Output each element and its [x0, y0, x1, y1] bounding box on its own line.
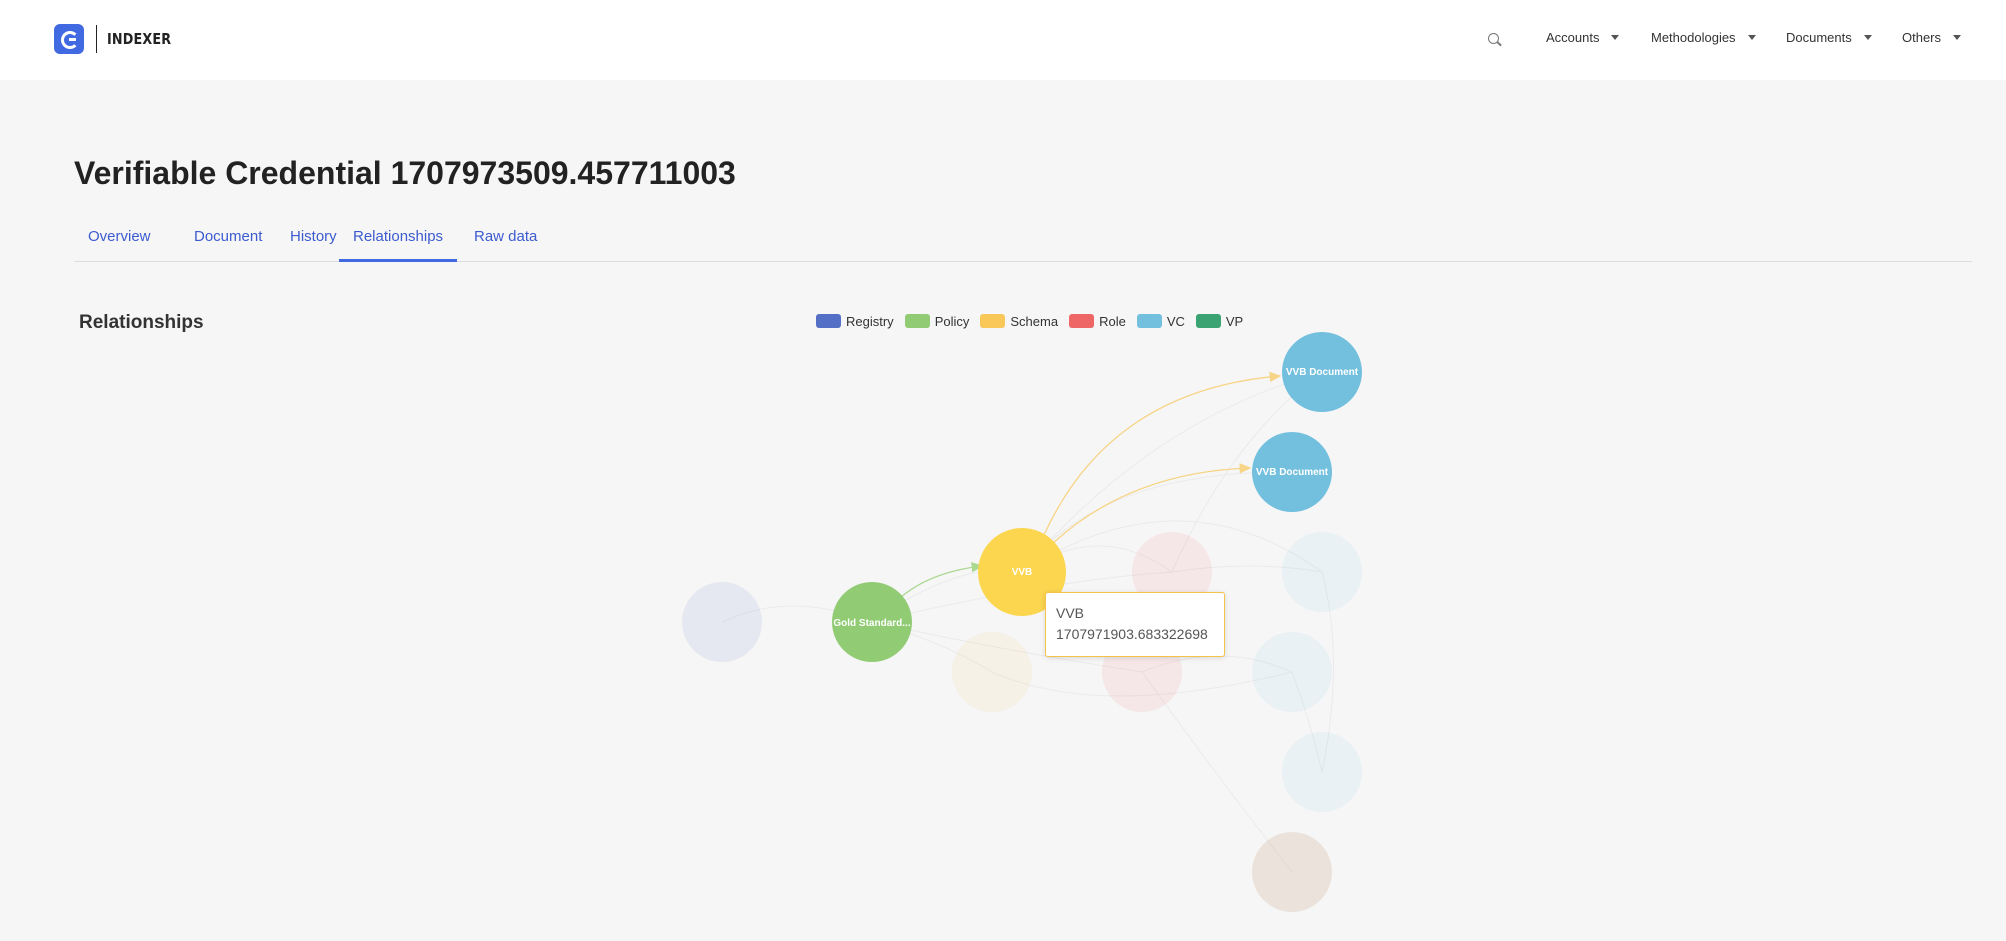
node-vc-vvb-1[interactable]	[1282, 332, 1362, 412]
legend-swatch	[1195, 314, 1221, 328]
chevron-down-icon	[1863, 35, 1872, 40]
nav-documents-label: Documents	[1786, 30, 1852, 45]
logo-icon	[54, 24, 84, 54]
legend-swatch	[1069, 314, 1095, 328]
legend-swatch	[904, 314, 930, 328]
page-title: Verifiable Credential 1707973509.4577110…	[74, 155, 736, 191]
legend-label: Policy	[934, 313, 970, 329]
legend-label: VP	[1225, 313, 1244, 329]
nav-methodologies-label: Methodologies	[1651, 30, 1736, 45]
legend-swatch	[980, 314, 1006, 328]
node-registry[interactable]	[682, 582, 762, 662]
logo-text: INDEXER	[107, 30, 172, 48]
legend-label: Role	[1099, 313, 1126, 329]
edge-policy-schema	[899, 562, 984, 599]
nav-accounts[interactable]: Accounts	[1546, 30, 1620, 45]
node-vc-3[interactable]	[1282, 532, 1362, 612]
node-schema-2[interactable]	[952, 632, 1032, 712]
graph-edges-faint	[721, 371, 1334, 873]
node-other[interactable]	[1252, 832, 1332, 912]
nav-accounts-label: Accounts	[1546, 30, 1600, 45]
relationship-graph[interactable]: Gold Standard... VVB VVB Document VVB Do…	[0, 0, 2006, 941]
nav-documents[interactable]: Documents	[1786, 30, 1872, 45]
tooltip-id: 1707971903.683322698	[1056, 626, 1208, 642]
legend-swatch	[1136, 314, 1162, 328]
tab-document[interactable]: Document	[180, 228, 276, 262]
graph-edges-highlight	[899, 371, 1282, 599]
legend-swatch	[816, 314, 841, 328]
legend-vc[interactable]: VC	[1136, 313, 1185, 329]
chevron-down-icon	[1953, 35, 1962, 40]
node-policy[interactable]	[832, 582, 912, 662]
tab-relationships[interactable]: Relationships	[339, 228, 458, 262]
chevron-down-icon	[1611, 35, 1620, 40]
graph-legend: Registry Policy Schema Role VC VP	[816, 313, 1254, 329]
legend-policy[interactable]: Policy	[904, 313, 970, 329]
legend-vp[interactable]: VP	[1195, 313, 1244, 329]
legend-label: VC	[1166, 313, 1185, 329]
logo-divider	[96, 25, 97, 53]
logo[interactable]: INDEXER	[54, 23, 183, 55]
nav-others-label: Others	[1902, 30, 1942, 45]
legend-role[interactable]: Role	[1069, 314, 1126, 329]
node-tooltip: VVB 1707971903.683322698	[1045, 592, 1225, 657]
graph-nodes: Gold Standard... VVB VVB Document VVB Do…	[682, 332, 1362, 912]
legend-registry[interactable]: Registry	[816, 314, 894, 329]
tooltip-title: VVB	[1056, 605, 1085, 621]
top-header: INDEXER Accounts Methodologies Documents…	[0, 0, 2006, 80]
node-vc-vvb-2[interactable]	[1252, 432, 1332, 512]
node-vc-5[interactable]	[1282, 732, 1362, 812]
edge-schema-vc1	[1043, 371, 1282, 536]
nav-methodologies[interactable]: Methodologies	[1651, 30, 1756, 45]
tab-bar: Overview Document History Relationships …	[74, 222, 1972, 262]
chevron-down-icon	[1747, 35, 1756, 40]
legend-label: Schema	[1010, 313, 1059, 329]
legend-schema[interactable]: Schema	[980, 314, 1058, 329]
section-title: Relationships	[79, 312, 204, 333]
edge-schema-vc2	[1051, 463, 1252, 545]
nav-others[interactable]: Others	[1902, 30, 1962, 45]
node-vc-4[interactable]	[1252, 632, 1332, 712]
search-icon[interactable]	[1486, 31, 1504, 49]
tab-overview[interactable]: Overview	[74, 228, 165, 262]
legend-label: Registry	[846, 313, 894, 329]
tab-raw-data[interactable]: Raw data	[460, 228, 551, 262]
